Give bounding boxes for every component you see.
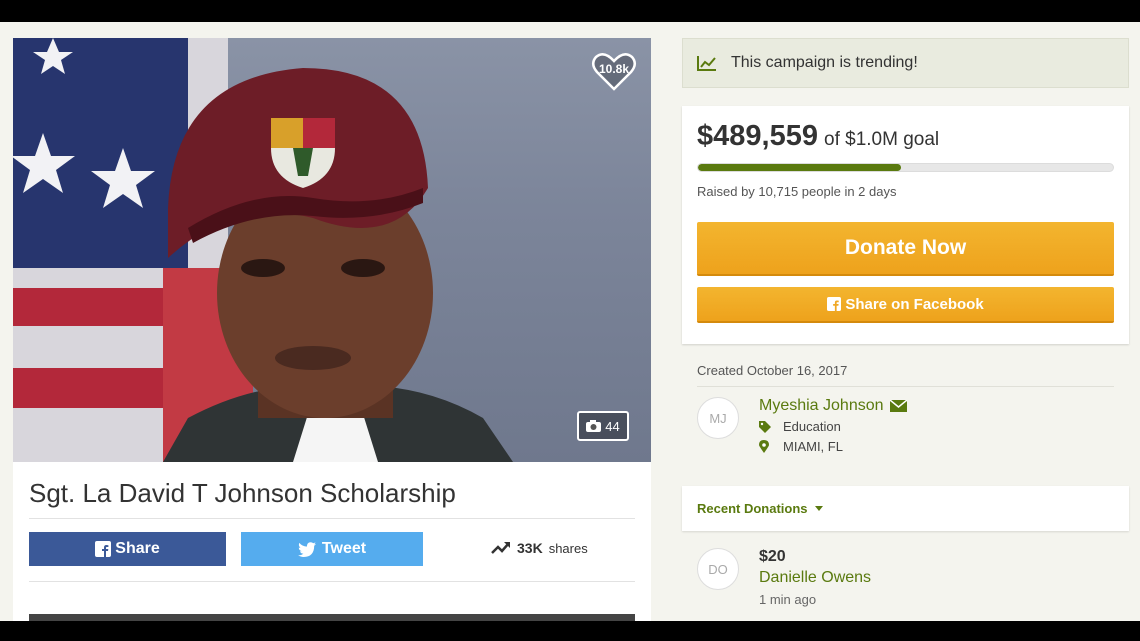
trending-banner: This campaign is trending! <box>682 38 1129 88</box>
letterbox-bottom <box>0 621 1140 641</box>
donate-now-button[interactable]: Donate Now <box>697 222 1114 276</box>
donation-amount: $20 <box>759 548 786 565</box>
map-pin-icon <box>759 440 769 453</box>
facebook-icon <box>827 297 842 311</box>
caret-down-icon <box>814 505 823 511</box>
organizer[interactable]: Myeshia Johnson <box>759 397 907 415</box>
tweet-button[interactable]: Tweet <box>241 532 423 566</box>
created-date: Created October 16, 2017 <box>697 363 848 378</box>
tag-icon <box>759 420 771 433</box>
trending-up-icon <box>491 542 510 554</box>
photo-count: 44 <box>605 418 620 434</box>
raised-by-text: Raised by 10,715 people in 2 days <box>697 184 897 199</box>
campaign-photo-illustration <box>13 38 513 462</box>
campaign-location: MIAMI, FL <box>759 439 843 454</box>
divider <box>29 581 635 582</box>
goal-text: of $1.0M goal <box>824 129 940 150</box>
donor-avatar: DO <box>697 548 739 590</box>
twitter-icon <box>297 541 316 557</box>
trending-text: This campaign is trending! <box>731 54 918 71</box>
campaign-category[interactable]: Education <box>759 419 841 434</box>
photo-gallery-button[interactable]: 44 <box>577 411 629 441</box>
envelope-icon[interactable] <box>889 400 907 412</box>
donation-card: $489,559 of $1.0M goal Raised by 10,715 … <box>682 106 1129 344</box>
divider <box>697 386 1114 387</box>
donation-time: 1 min ago <box>759 592 817 607</box>
donor-name[interactable]: Danielle Owens <box>759 569 871 587</box>
amount-raised: $489,559 <box>697 120 818 152</box>
like-button[interactable]: 10.8k <box>591 52 637 92</box>
shares-label: shares <box>548 540 588 556</box>
progress-fill <box>698 164 902 171</box>
share-on-facebook-button[interactable]: Share on Facebook <box>697 287 1114 323</box>
trending-chart-icon <box>697 56 716 71</box>
like-count: 10.8k <box>598 62 630 76</box>
facebook-icon <box>95 541 112 557</box>
photo-thumbnail-strip[interactable] <box>29 614 635 621</box>
location-label: MIAMI, FL <box>783 439 843 454</box>
divider <box>29 518 635 519</box>
category-label: Education <box>783 419 841 434</box>
recent-donations-dropdown[interactable]: Recent Donations <box>682 486 1129 531</box>
recent-donations-label: Recent Donations <box>697 501 808 516</box>
campaign-photo[interactable]: 10.8k 44 <box>13 38 651 462</box>
organizer-avatar: MJ <box>697 397 739 439</box>
letterbox-top <box>0 0 1140 22</box>
share-on-facebook-label: Share on Facebook <box>845 295 984 313</box>
tweet-label: Tweet <box>321 540 367 557</box>
facebook-share-button[interactable]: Share <box>29 532 226 566</box>
campaign-card: 10.8k 44 Sgt. La David T Johnson Scholar… <box>13 38 651 621</box>
shares-counter: 33K shares <box>491 536 588 560</box>
facebook-share-label: Share <box>115 540 160 557</box>
camera-icon <box>586 420 602 432</box>
progress-bar <box>697 163 1114 172</box>
campaign-title: Sgt. La David T Johnson Scholarship <box>29 478 456 508</box>
organizer-name[interactable]: Myeshia Johnson <box>759 397 884 415</box>
shares-count: 33K <box>517 540 543 556</box>
